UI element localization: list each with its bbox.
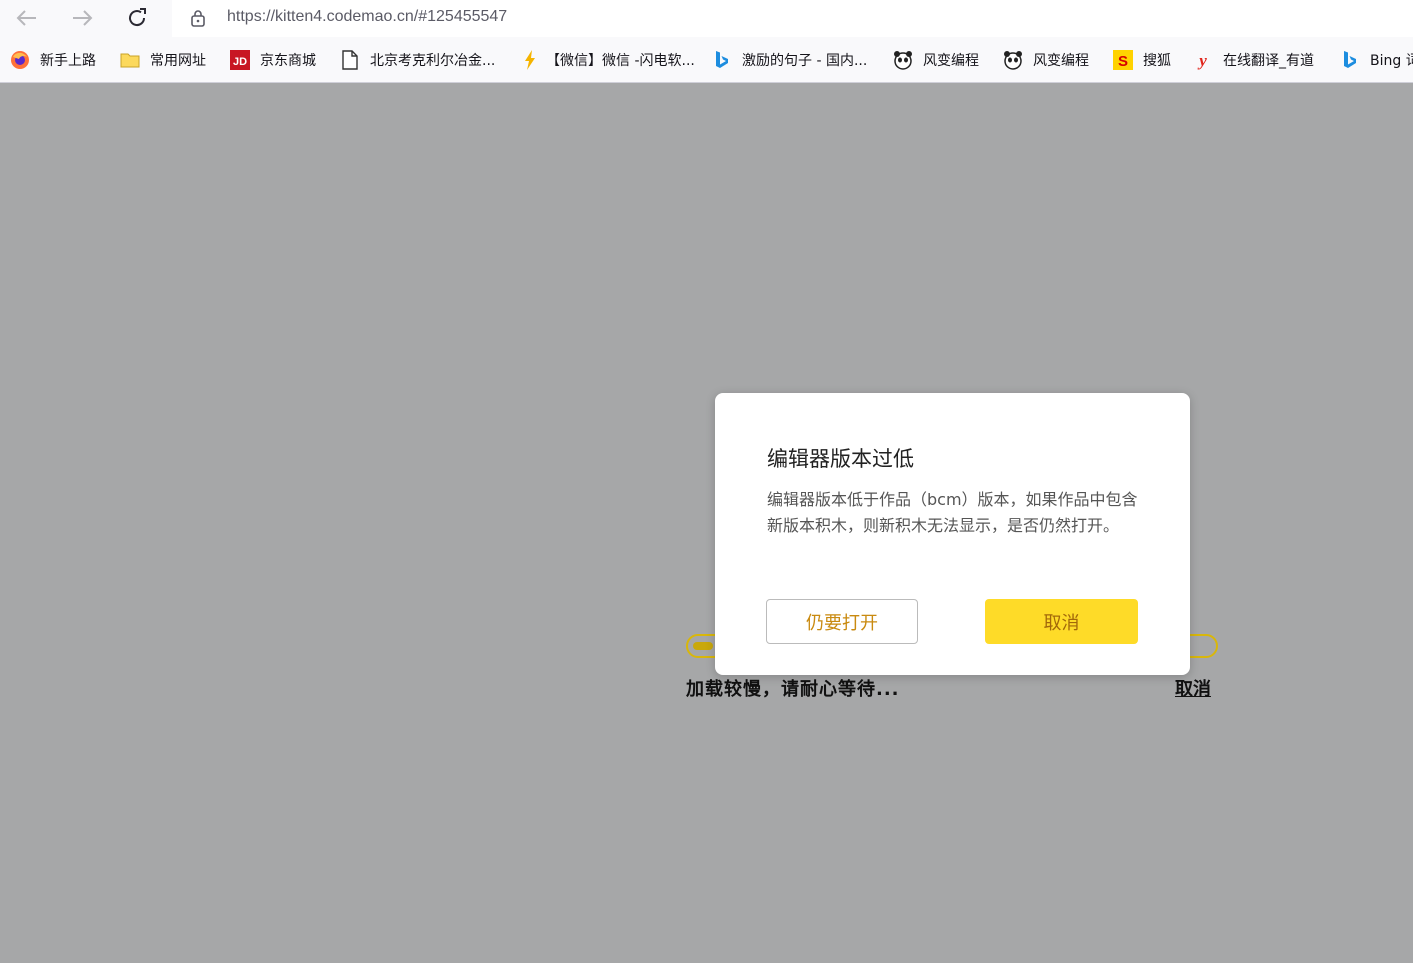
lightning-icon [520,50,540,70]
back-button[interactable] [13,5,41,31]
loading-message: 加载较慢，请耐心等待... [686,679,900,700]
panda-icon [1003,50,1023,70]
page-icon [340,50,360,70]
bookmark-item[interactable]: JD 京东商城 [230,49,316,71]
bookmark-item[interactable]: S 搜狐 [1113,49,1171,71]
bookmark-item[interactable]: 新手上路 [10,49,96,71]
arrow-left-icon [16,10,36,26]
reload-icon [129,8,146,27]
bookmark-label: 新手上路 [40,53,96,69]
forward-button[interactable] [68,5,96,31]
bookmark-item[interactable]: 风变编程 [893,49,979,71]
dialog-title: 编辑器版本过低 [767,447,914,471]
url-hash: #125455547 [418,8,508,25]
svg-text:S: S [1118,53,1128,70]
bookmark-item[interactable]: 风变编程 [1003,49,1089,71]
bookmark-label: 北京考克利尔冶金... [370,53,496,69]
bookmarks-bar: 新手上路 常用网址 JD 京东商城 北京考克利尔冶金... 【微信】微信 -闪电… [0,37,1413,83]
svg-text:y: y [1197,51,1207,70]
bookmark-item[interactable]: 常用网址 [120,49,206,71]
url-text: https://kitten4.codemao.cn/#125455547 [227,8,507,26]
bookmark-label: 在线翻译_有道 [1223,53,1314,69]
lock-icon [190,9,206,31]
sohu-icon: S [1113,50,1133,70]
browser-toolbar: https://kitten4.codemao.cn/#125455547 [0,0,1413,37]
page-overlay [0,83,1413,963]
svg-text:JD: JD [233,56,247,68]
loading-cancel-link[interactable]: 取消 [1175,675,1211,701]
cancel-button[interactable]: 取消 [985,599,1138,644]
youdao-icon: y [1193,50,1213,70]
bookmark-label: 京东商城 [260,53,316,69]
jd-icon: JD [230,50,250,70]
address-bar[interactable]: https://kitten4.codemao.cn/#125455547 [172,0,1413,37]
bing-icon [712,50,732,70]
arrow-right-icon [73,10,93,26]
bookmark-item[interactable]: y 在线翻译_有道 [1193,49,1314,71]
bookmark-item[interactable]: 激励的句子 - 国内... [712,49,867,71]
dialog-message: 编辑器版本低于作品（bcm）版本，如果作品中包含新版本积木，则新积木无法显示，是… [767,490,1138,535]
bookmark-item[interactable]: Bing 词 [1340,49,1413,71]
bookmark-label: Bing 词 [1370,53,1413,69]
bookmark-label: 风变编程 [923,53,979,69]
bookmark-item[interactable]: 【微信】微信 -闪电软... [520,49,695,71]
open-anyway-button[interactable]: 仍要打开 [766,599,918,644]
version-warning-dialog: 编辑器版本过低 编辑器版本低于作品（bcm）版本，如果作品中包含新版本积木，则新… [715,393,1190,675]
bookmark-label: 【微信】微信 -闪电软... [546,53,695,69]
bookmark-label: 风变编程 [1033,53,1089,69]
bookmark-item[interactable]: 北京考克利尔冶金... [340,49,495,71]
loading-progress-fill [693,642,713,650]
bookmark-label: 常用网址 [150,53,206,69]
folder-icon [120,50,140,70]
bookmark-label: 激励的句子 - 国内... [742,53,868,69]
panda-icon [893,50,913,70]
bing-icon [1340,50,1360,70]
url-host: https://kitten4.codemao.cn/ [227,8,419,25]
bookmark-label: 搜狐 [1143,53,1171,69]
firefox-icon [10,50,30,70]
reload-button[interactable] [123,5,151,31]
